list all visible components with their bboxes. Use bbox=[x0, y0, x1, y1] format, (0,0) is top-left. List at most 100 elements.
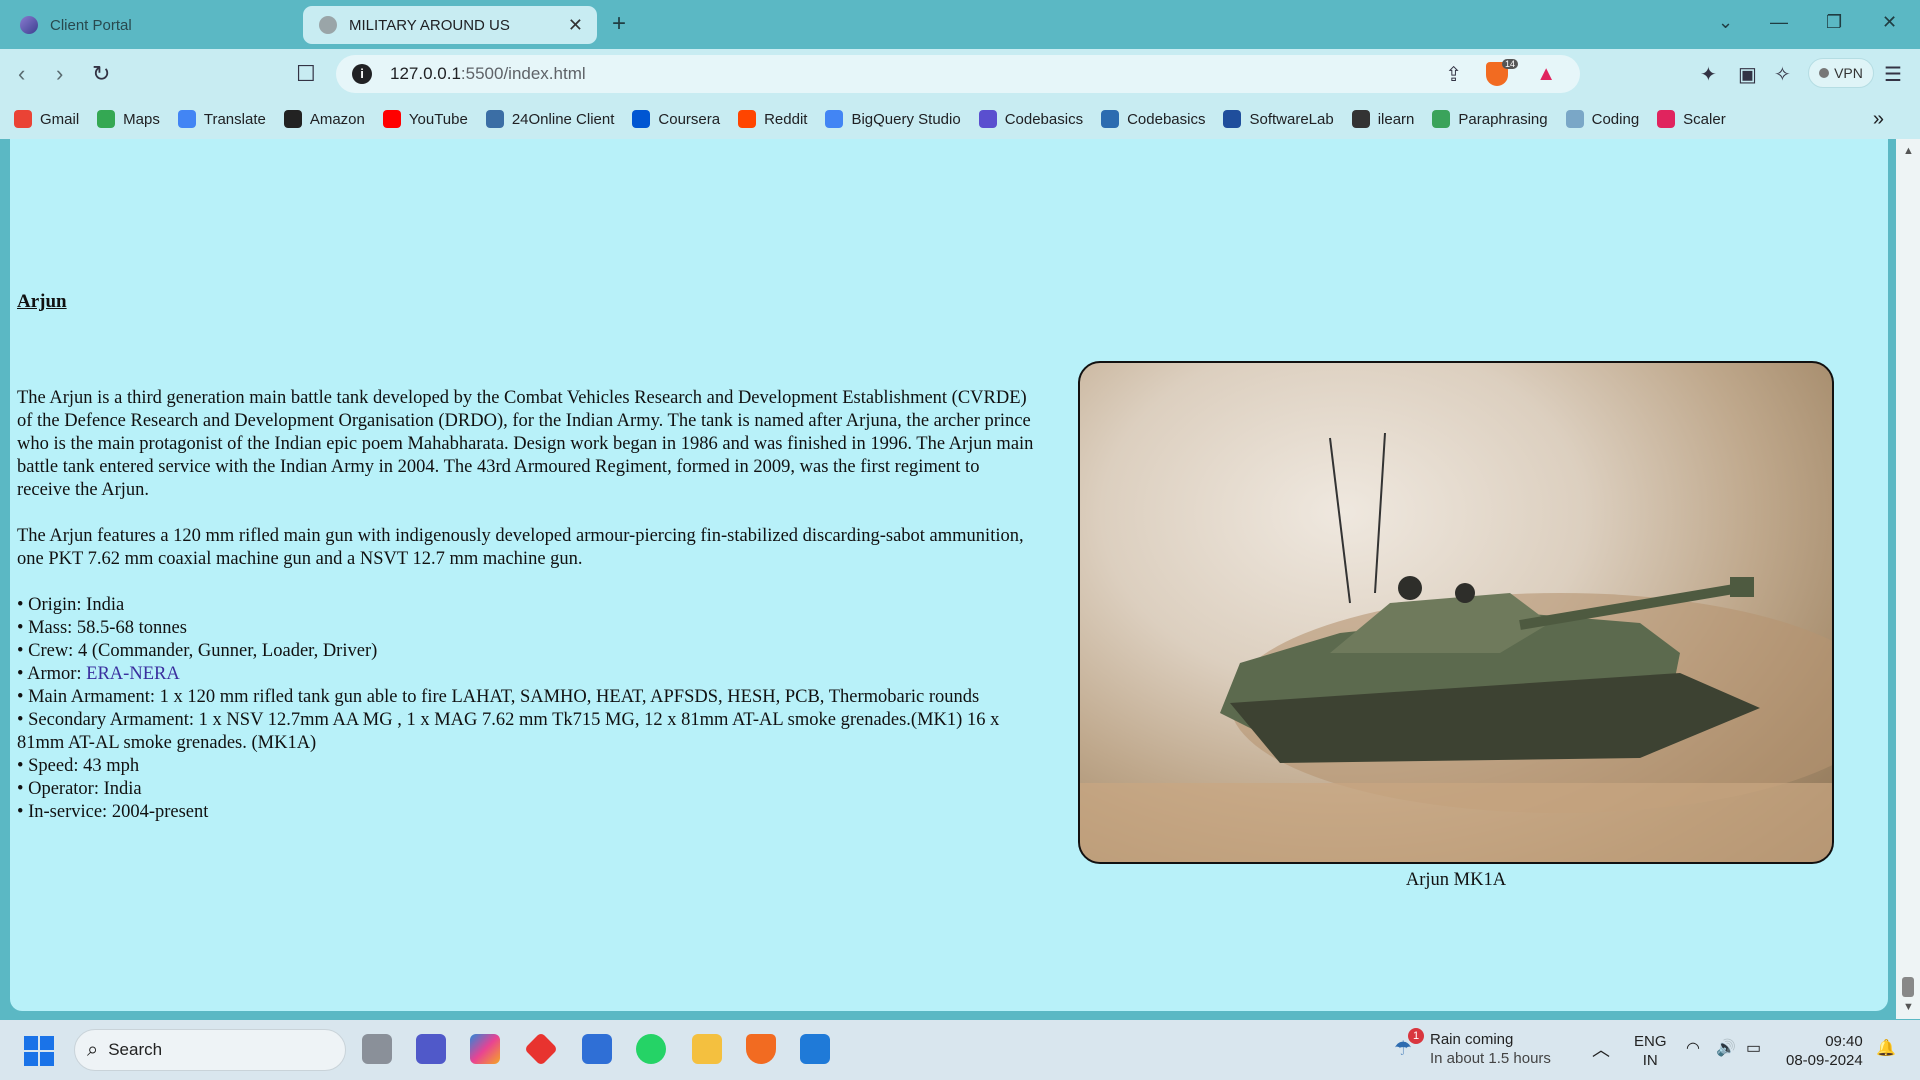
clock[interactable]: 09:40 08-09-2024 bbox=[1786, 1032, 1863, 1070]
bookmark-item[interactable]: SoftwareLab bbox=[1223, 110, 1334, 128]
anydesk-icon[interactable] bbox=[524, 1032, 558, 1066]
task-view-icon[interactable] bbox=[362, 1034, 392, 1064]
weather-widget[interactable]: Rain coming In about 1.5 hours bbox=[1430, 1030, 1551, 1068]
weather-badge: 1 bbox=[1408, 1028, 1424, 1044]
bookmark-item[interactable]: Translate bbox=[177, 110, 266, 128]
restore-icon[interactable]: ❐ bbox=[1826, 12, 1842, 33]
spec-speed: • Speed: 43 mph bbox=[17, 756, 140, 776]
share-icon[interactable]: ⇪ bbox=[1445, 62, 1462, 87]
coursera-icon bbox=[632, 110, 651, 128]
bookmark-item[interactable]: Paraphrasing bbox=[1432, 110, 1548, 128]
windows-start-icon[interactable] bbox=[24, 1036, 54, 1066]
close-window-icon[interactable]: ✕ bbox=[1882, 12, 1897, 33]
bookmark-item[interactable]: Amazon bbox=[283, 110, 365, 128]
bookmark-label: 24Online Client bbox=[511, 110, 615, 128]
brave-browser-icon[interactable] bbox=[746, 1034, 776, 1064]
bigquery-icon bbox=[825, 110, 844, 128]
image-caption: Arjun MK1A bbox=[1405, 870, 1507, 890]
globe-icon bbox=[319, 16, 337, 34]
brave-rewards-icon[interactable]: ▲ bbox=[1536, 63, 1556, 86]
wifi-icon[interactable]: ◠ bbox=[1686, 1038, 1700, 1058]
scrollbar-thumb[interactable] bbox=[1902, 977, 1914, 997]
menu-icon[interactable]: ☰ bbox=[1884, 62, 1902, 87]
copilot-icon[interactable] bbox=[470, 1034, 500, 1064]
bookmark-item[interactable]: Coding bbox=[1565, 110, 1640, 128]
more-bookmarks-icon[interactable]: » bbox=[1873, 108, 1884, 131]
tab-client-portal[interactable]: Client Portal bbox=[8, 6, 298, 44]
extensions-icon[interactable]: ✦ bbox=[1700, 62, 1717, 87]
bookmark-label: Reddit bbox=[764, 110, 808, 128]
bookmark-item[interactable]: BigQuery Studio bbox=[825, 110, 961, 128]
new-tab-icon[interactable]: + bbox=[612, 10, 626, 38]
amazon-icon bbox=[283, 110, 302, 128]
tab-military-around-us[interactable]: MILITARY AROUND US ✕ bbox=[303, 6, 597, 44]
youtube-icon bbox=[382, 110, 401, 128]
reddit-icon bbox=[738, 110, 757, 128]
spec-in-service: • In-service: 2004-present bbox=[17, 802, 209, 822]
bookmark-item[interactable]: 24Online Client bbox=[485, 110, 615, 128]
back-icon[interactable]: ‹ bbox=[18, 61, 25, 87]
translate-icon bbox=[177, 110, 196, 128]
minimize-icon[interactable]: — bbox=[1770, 12, 1788, 33]
battery-icon[interactable]: ▭ bbox=[1746, 1038, 1761, 1058]
notifications-bell-icon[interactable]: 🔔 bbox=[1876, 1038, 1896, 1058]
bookmark-item[interactable]: Codebasics bbox=[1101, 110, 1205, 128]
bookmark-label: SoftwareLab bbox=[1249, 110, 1334, 128]
bookmark-item[interactable]: Maps bbox=[97, 110, 160, 128]
site-info-icon[interactable]: i bbox=[352, 64, 372, 84]
spec-crew: • Crew: 4 (Commander, Gunner, Loader, Dr… bbox=[17, 641, 378, 661]
page-content: Arjun The Arjun is a third generation ma… bbox=[10, 139, 1888, 1011]
microsoft-store-icon[interactable] bbox=[582, 1034, 612, 1064]
bookmark-item[interactable]: Scaler bbox=[1657, 110, 1726, 128]
article-text: The Arjun is a third generation main bat… bbox=[17, 387, 1037, 824]
bookmark-item[interactable]: Coursera bbox=[632, 110, 720, 128]
scroll-up-icon[interactable]: ▲ bbox=[1903, 145, 1914, 157]
spec-operator: • Operator: India bbox=[17, 779, 142, 799]
spec-origin: • Origin: India bbox=[17, 595, 125, 615]
page-scrollbar[interactable]: ▲ ▼ bbox=[1896, 139, 1920, 1019]
forward-icon[interactable]: › bbox=[56, 61, 63, 87]
bookmark-item[interactable]: Gmail bbox=[14, 110, 79, 128]
spec-list: • Origin: India • Mass: 58.5-68 tonnes •… bbox=[17, 594, 1037, 824]
era-nera-link[interactable]: ERA-NERA bbox=[86, 664, 180, 684]
taskbar-search[interactable]: ⌕ Search bbox=[74, 1029, 346, 1071]
weather-title: Rain coming bbox=[1430, 1031, 1514, 1048]
spec-mass: • Mass: 58.5-68 tonnes bbox=[17, 618, 187, 638]
search-icon: ⌕ bbox=[87, 1038, 99, 1061]
maps-icon bbox=[97, 110, 116, 128]
language-bottom: IN bbox=[1642, 1052, 1658, 1069]
whatsapp-icon[interactable] bbox=[636, 1034, 666, 1064]
coding-icon bbox=[1565, 110, 1584, 128]
bookmark-label: YouTube bbox=[408, 110, 468, 128]
teams-icon[interactable] bbox=[416, 1034, 446, 1064]
armament-paragraph: The Arjun features a 120 mm rifled main … bbox=[17, 526, 1024, 569]
show-hidden-icons-chevron-icon[interactable]: ︿ bbox=[1592, 1036, 1610, 1062]
vpn-button[interactable]: VPN bbox=[1808, 58, 1874, 88]
bookmark-item[interactable]: Codebasics bbox=[978, 110, 1083, 128]
vscode-icon[interactable] bbox=[800, 1034, 830, 1064]
bookmark-item[interactable]: ilearn bbox=[1351, 110, 1414, 128]
language-top: ENG bbox=[1634, 1033, 1667, 1050]
tab-label: Client Portal bbox=[50, 16, 132, 34]
gmail-icon bbox=[14, 110, 32, 128]
volume-icon[interactable]: 🔊 bbox=[1716, 1038, 1736, 1058]
bookmark-icon[interactable]: ☐ bbox=[296, 61, 316, 87]
language-indicator[interactable]: ENG IN bbox=[1634, 1032, 1667, 1070]
wallet-icon[interactable]: ▣ bbox=[1738, 62, 1757, 87]
close-tab-icon[interactable]: ✕ bbox=[568, 15, 583, 36]
bookmark-item[interactable]: Reddit bbox=[738, 110, 807, 128]
bookmark-label: Coding bbox=[1591, 110, 1640, 128]
file-explorer-icon[interactable] bbox=[692, 1034, 722, 1064]
tab-strip: Client Portal MILITARY AROUND US ✕ + ⌄ —… bbox=[0, 0, 1920, 49]
scroll-down-icon[interactable]: ▼ bbox=[1903, 1001, 1914, 1013]
tab-search-chevron-icon[interactable]: ⌄ bbox=[1718, 12, 1733, 33]
address-bar[interactable]: i 127.0.0.1:5500/index.html ⇪ 14 ▲ bbox=[336, 55, 1580, 93]
leo-ai-icon[interactable]: ✧ bbox=[1774, 62, 1791, 87]
url-text[interactable]: 127.0.0.1:5500/index.html bbox=[390, 64, 586, 84]
spec-armor-label: • Armor: bbox=[17, 664, 87, 684]
bookmark-label: Maps bbox=[123, 110, 160, 128]
vpn-status-icon bbox=[1819, 68, 1830, 78]
arjun-tank-photo bbox=[1078, 361, 1834, 864]
bookmark-item[interactable]: YouTube bbox=[382, 110, 468, 128]
reload-icon[interactable]: ↻ bbox=[92, 61, 110, 87]
